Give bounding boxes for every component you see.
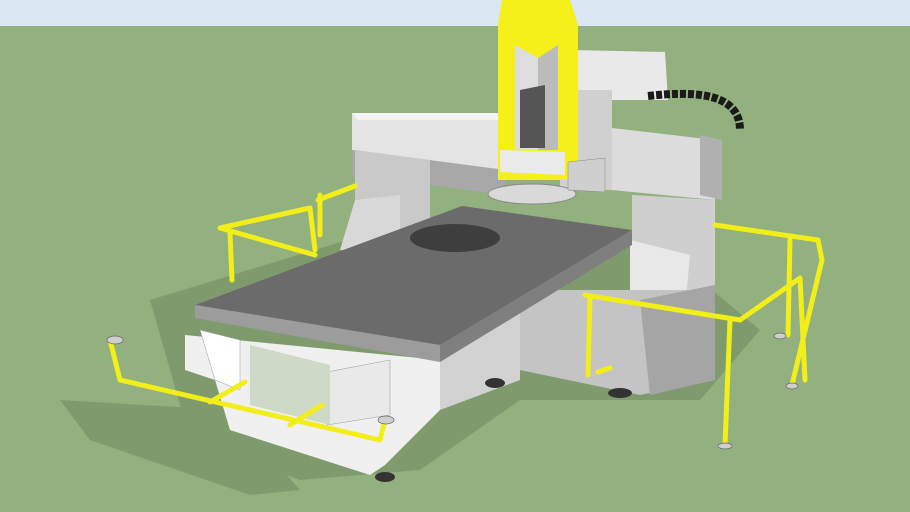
sky	[0, 0, 910, 26]
cnc-router-3d-scene	[0, 0, 910, 512]
